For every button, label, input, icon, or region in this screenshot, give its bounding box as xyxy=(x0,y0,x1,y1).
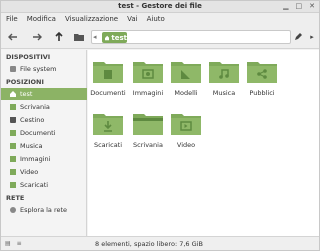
menu-vai[interactable]: Vai xyxy=(127,15,137,23)
desktop-icon xyxy=(10,104,16,110)
sidebar-item-scaricati[interactable]: Scaricati xyxy=(1,179,87,191)
folder-modelli[interactable]: Modelli xyxy=(169,56,203,102)
pictures-folder-icon xyxy=(133,62,163,83)
templates-folder-icon xyxy=(171,62,201,83)
sidebar-item-immagini[interactable]: Immagini xyxy=(1,153,87,165)
sidebar: DISPOSITIVI File system POSIZIONI test S… xyxy=(1,50,87,236)
section-posizioni: POSIZIONI xyxy=(6,78,44,86)
folder-icon xyxy=(10,130,16,136)
home-icon xyxy=(105,35,110,40)
arrow-up-icon xyxy=(55,31,63,41)
chevron-right-icon: ▸ xyxy=(310,33,314,41)
folder-immagini[interactable]: Immagini xyxy=(131,56,165,102)
home-icon xyxy=(10,91,16,97)
menu-file[interactable]: File xyxy=(6,15,18,23)
arrow-right-icon xyxy=(33,33,42,41)
folder-musica[interactable]: Musica xyxy=(207,56,241,102)
folder-pubblici[interactable]: Pubblici xyxy=(245,56,279,102)
sidebar-item-test[interactable]: test xyxy=(1,88,87,100)
file-manager-window: test - Gestore dei file ▁ □ ✕ File Modif… xyxy=(0,0,320,251)
sidebar-item-video[interactable]: Video xyxy=(1,166,87,178)
public-folder-icon xyxy=(247,62,277,83)
folder-icon xyxy=(10,182,16,188)
menu-aiuto[interactable]: Aiuto xyxy=(147,15,165,23)
minimize-icon[interactable]: ▁ xyxy=(283,2,288,10)
folder-label: Video xyxy=(176,141,196,149)
breadcrumb-test[interactable]: test xyxy=(102,32,127,43)
desktop-folder-icon xyxy=(133,114,163,135)
folder-icon xyxy=(10,143,16,149)
drive-icon xyxy=(10,66,16,72)
edit-path-button[interactable] xyxy=(291,30,305,44)
next-path-button[interactable]: ▸ xyxy=(305,30,319,44)
section-dispositivi: DISPOSITIVI xyxy=(6,53,51,61)
places-icon[interactable]: ▤ xyxy=(5,240,11,247)
folder-documenti[interactable]: Documenti xyxy=(90,56,126,102)
folder-icon xyxy=(74,34,84,41)
folder-view[interactable]: Documenti Immagini Modelli Musica Pubbli… xyxy=(88,50,319,236)
section-rete: RETE xyxy=(6,194,25,202)
videos-folder-icon xyxy=(171,114,201,135)
toggle-location-button[interactable] xyxy=(71,29,87,45)
sidebar-item-cestino[interactable]: Cestino xyxy=(1,114,87,126)
network-icon xyxy=(10,207,16,213)
toolbar: ◂ test ▸ xyxy=(1,25,319,49)
forward-button[interactable] xyxy=(29,29,45,45)
folder-icon xyxy=(10,156,16,162)
up-button[interactable] xyxy=(51,29,67,45)
folder-video[interactable]: Video xyxy=(169,108,203,154)
arrow-left-icon xyxy=(8,33,17,41)
documents-folder-icon xyxy=(93,62,123,83)
trash-icon xyxy=(10,117,16,123)
chevron-left-icon[interactable]: ◂ xyxy=(93,33,97,41)
title-bar[interactable]: test - Gestore dei file ▁ □ ✕ xyxy=(1,1,319,13)
close-icon[interactable]: ✕ xyxy=(309,2,315,10)
folder-scrivania[interactable]: Scrivania xyxy=(131,108,165,154)
menu-visualizzazione[interactable]: Visualizzazione xyxy=(65,15,118,23)
menu-bar: File Modifica Visualizzazione Vai Aiuto xyxy=(1,13,319,25)
status-text: 8 elementi, spazio libero: 7,6 GiB xyxy=(95,240,203,248)
tree-icon[interactable]: ≡ xyxy=(17,240,22,247)
sidebar-item-documenti[interactable]: Documenti xyxy=(1,127,87,139)
sidebar-item-file-system[interactable]: File system xyxy=(1,63,87,75)
menu-modifica[interactable]: Modifica xyxy=(27,15,56,23)
pencil-icon xyxy=(295,33,302,40)
music-folder-icon xyxy=(209,62,239,83)
sidebar-item-musica[interactable]: Musica xyxy=(1,140,87,152)
status-bar: ▤ ≡ 8 elementi, spazio libero: 7,6 GiB xyxy=(1,236,319,250)
path-bar[interactable]: ◂ test xyxy=(91,30,291,44)
folder-icon xyxy=(10,169,16,175)
folder-label: Pubblici xyxy=(249,89,275,97)
back-button[interactable] xyxy=(5,29,21,45)
folder-scaricati[interactable]: Scaricati xyxy=(91,108,125,154)
sidebar-item-esplora-la-rete[interactable]: Esplora la rete xyxy=(1,204,87,216)
window-title: test - Gestore dei file xyxy=(118,2,202,10)
maximize-icon[interactable]: □ xyxy=(296,2,303,10)
downloads-folder-icon xyxy=(93,114,123,135)
sidebar-item-scrivania[interactable]: Scrivania xyxy=(1,101,87,113)
